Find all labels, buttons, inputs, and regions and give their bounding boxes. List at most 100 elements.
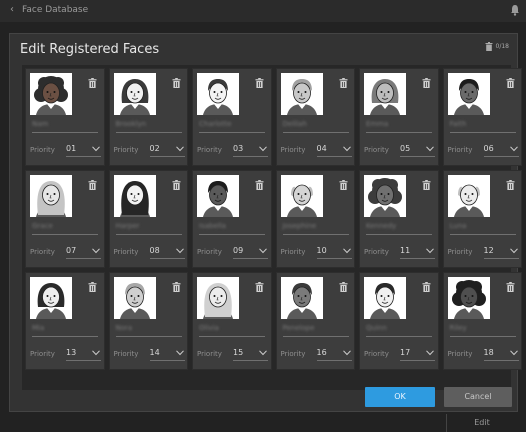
face-name-field[interactable]: Quinn [366,324,432,337]
delete-face-icon[interactable] [339,180,348,190]
chevron-down-icon [175,146,184,152]
face-photo[interactable] [280,73,323,115]
face-name-field[interactable]: Emma [366,120,432,133]
delete-face-icon[interactable] [88,282,97,292]
face-name-field[interactable]: Grace [32,222,98,235]
face-name-field[interactable]: Riley [449,324,516,337]
priority-select[interactable]: 01 [66,143,101,157]
face-photo[interactable] [197,73,239,115]
face-photo[interactable] [113,277,156,319]
face-name-field[interactable]: Nora [115,324,182,337]
face-card: Nam Priority 01 [25,68,105,166]
edit-button[interactable]: Edit [446,414,517,432]
cancel-button[interactable]: Cancel [444,387,512,407]
priority-select[interactable]: 16 [316,347,352,361]
face-name-field[interactable]: Isabella [199,222,265,235]
priority-select[interactable]: 05 [400,143,435,157]
face-photo[interactable] [364,175,406,217]
priority-select[interactable]: 13 [66,347,101,361]
priority-label: Priority [447,248,473,256]
priority-select[interactable]: 12 [483,245,519,259]
face-card: Isabella Priority 09 [192,170,272,268]
priority-select[interactable]: 03 [233,143,268,157]
priority-select[interactable]: 15 [233,347,268,361]
face-name-field[interactable]: Luna [449,222,516,235]
priority-select[interactable]: 14 [149,347,185,361]
delete-face-icon[interactable] [88,180,97,190]
priority-label: Priority [280,350,306,358]
face-name: Luna [449,222,467,230]
trash-icon[interactable] [485,42,493,51]
back-chevron-icon[interactable]: ‹ [10,4,14,15]
face-photo[interactable] [364,277,406,319]
delete-face-icon[interactable] [422,78,431,88]
priority-value: 10 [316,246,327,255]
face-card: Brooklyn Priority 02 [108,68,188,166]
delete-face-icon[interactable] [506,78,515,88]
priority-select[interactable]: 04 [316,143,352,157]
face-name: Penelope [282,324,315,332]
face-name: Charlotte [199,120,232,128]
priority-label: Priority [113,350,139,358]
priority-select[interactable]: 18 [483,347,519,361]
face-name-field[interactable]: Josephine [282,222,349,235]
face-photo[interactable] [280,175,323,217]
face-name-field[interactable]: Kennedy [366,222,432,235]
priority-select[interactable]: 17 [400,347,435,361]
delete-face-icon[interactable] [255,180,264,190]
face-card: Delilah Priority 04 [275,68,355,166]
priority-select[interactable]: 02 [149,143,185,157]
delete-face-icon[interactable] [172,78,181,88]
priority-select[interactable]: 09 [233,245,268,259]
face-card: Penelope Priority 16 [275,272,355,370]
chevron-down-icon [259,146,267,152]
face-count-value: 0/18 [495,43,509,50]
face-name-field[interactable]: Charlotte [199,120,265,133]
face-photo[interactable] [30,73,72,115]
delete-face-icon[interactable] [255,282,264,292]
face-name-field[interactable]: Delilah [282,120,349,133]
face-photo[interactable] [280,277,323,319]
priority-label: Priority [30,248,55,256]
priority-select[interactable]: 11 [400,245,435,259]
delete-face-icon[interactable] [506,180,515,190]
face-name-field[interactable]: Brooklyn [115,120,182,133]
face-name-field[interactable]: Mia [32,324,98,337]
priority-select[interactable]: 08 [149,245,185,259]
delete-face-icon[interactable] [506,282,515,292]
face-name-field[interactable]: Olivia [199,324,265,337]
priority-select[interactable]: 10 [316,245,352,259]
delete-face-icon[interactable] [339,282,348,292]
face-photo[interactable] [447,175,490,217]
face-photo[interactable] [197,277,239,319]
face-name: Brooklyn [115,120,147,128]
face-photo[interactable] [447,277,490,319]
face-photo[interactable] [113,175,156,217]
face-name-field[interactable]: Nam [32,120,98,133]
notification-bell-icon[interactable] [510,4,520,16]
priority-value: 07 [66,246,77,255]
ok-button[interactable]: OK [365,387,435,407]
face-name-field[interactable]: Faith [449,120,516,133]
face-photo[interactable] [364,73,406,115]
delete-face-icon[interactable] [255,78,264,88]
priority-select[interactable]: 07 [66,245,101,259]
face-name: Olivia [199,324,219,332]
face-name-field[interactable]: Penelope [282,324,349,337]
delete-face-icon[interactable] [339,78,348,88]
face-photo[interactable] [30,277,72,319]
face-card: Luna Priority 12 [442,170,522,268]
delete-face-icon[interactable] [422,282,431,292]
face-name-field[interactable]: Harper [115,222,182,235]
priority-label: Priority [447,350,473,358]
chevron-down-icon [426,248,434,254]
face-photo[interactable] [197,175,239,217]
delete-face-icon[interactable] [172,180,181,190]
delete-face-icon[interactable] [422,180,431,190]
face-photo[interactable] [447,73,490,115]
delete-face-icon[interactable] [88,78,97,88]
delete-face-icon[interactable] [172,282,181,292]
face-photo[interactable] [30,175,72,217]
face-photo[interactable] [113,73,156,115]
priority-select[interactable]: 06 [483,143,519,157]
